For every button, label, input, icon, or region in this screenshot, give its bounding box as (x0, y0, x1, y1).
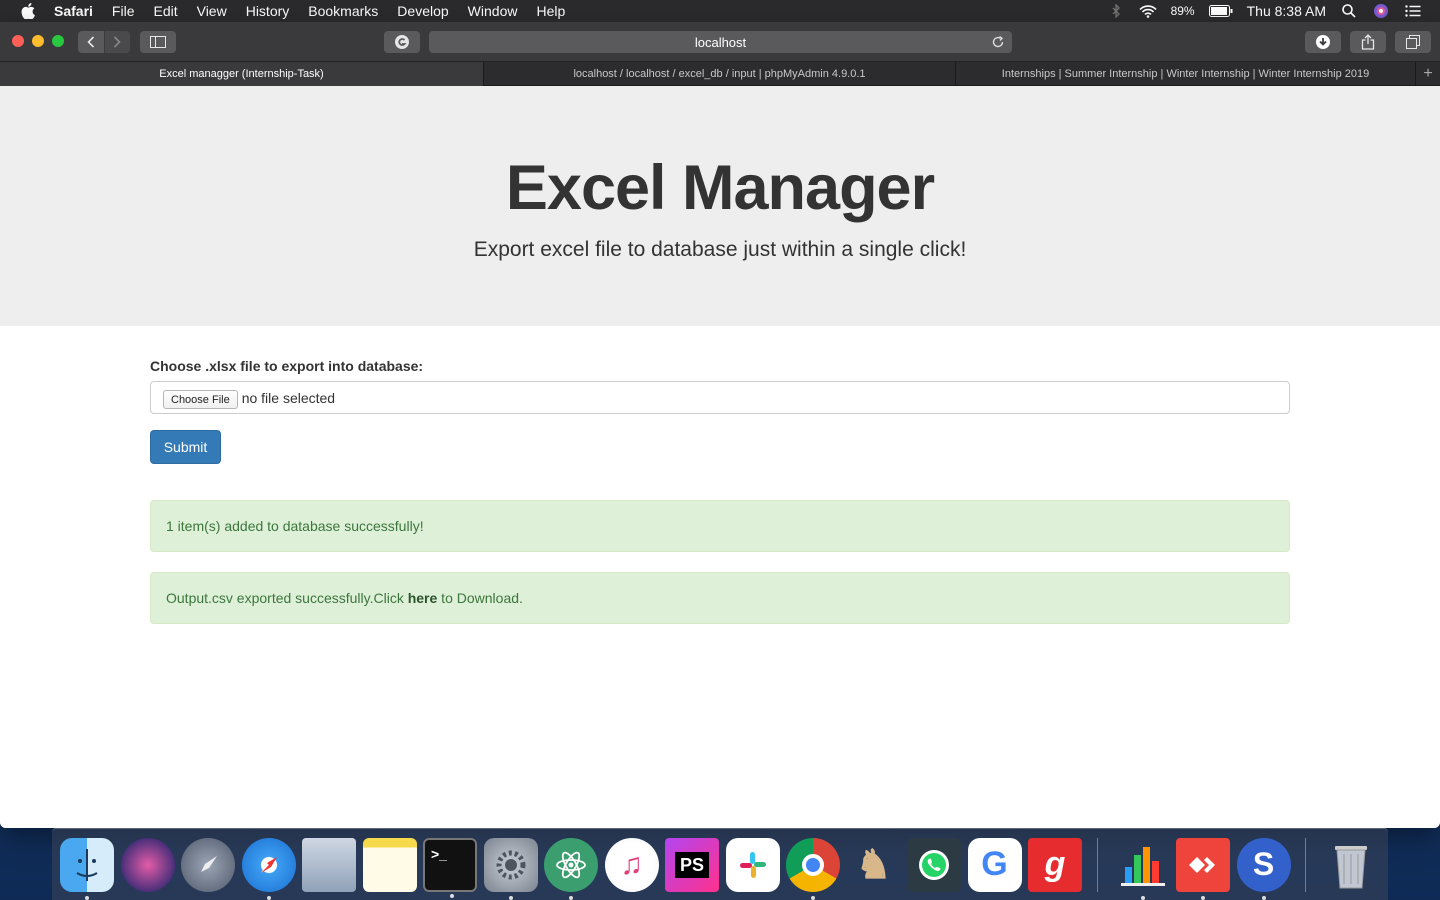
menubar-clock[interactable]: Thu 8:38 AM (1247, 3, 1326, 19)
window-controls (12, 35, 64, 47)
itunes-icon[interactable]: ♫ (604, 837, 659, 892)
menu-help[interactable]: Help (536, 3, 565, 19)
atom-icon[interactable] (544, 837, 598, 900)
dock-separator (1305, 837, 1306, 892)
wifi-icon[interactable] (1138, 3, 1157, 19)
share-icon (1361, 34, 1375, 50)
file-input[interactable]: Choose File no file selected (150, 381, 1290, 414)
file-input-label: Choose .xlsx file to export into databas… (150, 358, 424, 374)
download-link[interactable]: here (408, 590, 438, 606)
chevron-left-icon (87, 36, 94, 48)
menu-view[interactable]: View (197, 3, 227, 19)
page-title: Excel Manager (505, 153, 935, 223)
tab-excel-manager[interactable]: Excel managger (Internship-Task) (0, 62, 484, 86)
file-status-text: no file selected (241, 389, 336, 406)
battery-percent: 89% (1170, 4, 1195, 18)
siri-icon[interactable] (1372, 3, 1390, 19)
minimize-window-button[interactable] (32, 35, 44, 47)
slack-icon[interactable] (725, 837, 780, 892)
grammarly-extension-button[interactable] (384, 31, 420, 53)
address-bar[interactable]: localhost (429, 31, 1012, 53)
notification-center-icon[interactable] (1404, 3, 1422, 19)
chevron-right-icon (114, 36, 121, 48)
alert-export-suffix: to Download. (437, 590, 523, 606)
choose-file-button[interactable]: Choose File (163, 390, 238, 409)
jumbotron: Excel Manager Export excel file to datab… (0, 86, 1440, 326)
status-area: 89% Thu 8:38 AM (1107, 0, 1422, 22)
launchpad-icon[interactable] (181, 837, 235, 892)
menu-file[interactable]: File (112, 3, 135, 19)
success-alert-export: Output.csv exported successfully.Click h… (150, 572, 1290, 624)
dock: >_ ♫ PS ♞ G g S (52, 828, 1388, 900)
phpstorm-icon[interactable]: PS (665, 837, 719, 892)
anydesk-icon[interactable] (1176, 837, 1230, 900)
tab-title: Internships | Summer Internship | Winter… (1001, 68, 1370, 80)
menu-window[interactable]: Window (468, 3, 518, 19)
safari-window: localhost Excel managger (Internship-Tas… (0, 22, 1440, 828)
notes-icon[interactable] (362, 837, 417, 892)
web-page: Excel Manager Export excel file to datab… (0, 86, 1440, 828)
browser-toolbar: localhost (0, 22, 1440, 62)
address-text: localhost (694, 34, 747, 50)
numbers-icon[interactable] (1116, 838, 1170, 900)
menu-bar: Safari File Edit View History Bookmarks … (0, 0, 1440, 22)
fullscreen-window-button[interactable] (52, 35, 64, 47)
tab-overview-button[interactable] (1395, 31, 1431, 53)
whatsapp-icon[interactable] (907, 837, 961, 892)
tab-title: Excel managger (Internship-Task) (159, 68, 324, 80)
finder-icon[interactable] (60, 837, 114, 900)
reload-icon[interactable] (990, 34, 1006, 50)
google-icon[interactable]: G (967, 837, 1022, 892)
battery-icon[interactable] (1208, 3, 1233, 19)
sidebar-icon (150, 36, 166, 48)
gaana-icon[interactable]: g (1028, 837, 1082, 892)
download-icon (1316, 35, 1330, 49)
new-tab-button[interactable]: + (1416, 62, 1440, 86)
chess-icon[interactable]: ♞ (847, 838, 901, 892)
alert-added-text: 1 item(s) added to database successfully… (166, 518, 424, 534)
submit-button[interactable]: Submit (150, 430, 221, 464)
dock-separator (1096, 837, 1098, 892)
menu-history[interactable]: History (246, 3, 290, 19)
trash-icon[interactable] (1324, 838, 1378, 892)
spotlight-search-icon[interactable] (1340, 3, 1358, 19)
downloads-button[interactable] (1305, 31, 1341, 53)
siri-dock-icon[interactable] (120, 837, 175, 892)
tab-bar: Excel managger (Internship-Task) localho… (0, 62, 1440, 86)
apple-menu-icon[interactable] (18, 0, 38, 22)
mail-icon[interactable] (302, 837, 356, 892)
history-nav (78, 31, 130, 53)
tab-internships[interactable]: Internships | Summer Internship | Winter… (956, 62, 1416, 86)
upload-form: Choose .xlsx file to export into databas… (150, 358, 1290, 624)
bluetooth-icon[interactable] (1107, 3, 1125, 19)
sidebar-toggle-button[interactable] (140, 31, 176, 53)
page-subtitle: Export excel file to database just withi… (473, 238, 967, 261)
chrome-icon[interactable] (786, 837, 840, 900)
share-button[interactable] (1350, 31, 1386, 53)
terminal-icon[interactable]: >_ (423, 837, 477, 898)
success-alert-added: 1 item(s) added to database successfully… (150, 500, 1290, 552)
menu-develop[interactable]: Develop (397, 3, 448, 19)
safari-icon[interactable] (241, 837, 296, 900)
back-button[interactable] (78, 31, 104, 53)
tab-phpmyadmin[interactable]: localhost / localhost / excel_db / input… (484, 62, 956, 86)
tab-overview-icon (1406, 35, 1420, 49)
simplenote-icon[interactable]: S (1236, 837, 1291, 900)
alert-export-prefix: Output.csv exported successfully.Click (166, 590, 408, 606)
system-preferences-icon[interactable] (483, 837, 538, 900)
menu-edit[interactable]: Edit (153, 3, 177, 19)
tab-title: localhost / localhost / excel_db / input… (573, 68, 866, 80)
menu-bookmarks[interactable]: Bookmarks (308, 3, 378, 19)
forward-button[interactable] (103, 31, 130, 53)
close-window-button[interactable] (12, 35, 24, 47)
grammarly-icon (395, 35, 409, 49)
menu-safari[interactable]: Safari (54, 3, 93, 19)
